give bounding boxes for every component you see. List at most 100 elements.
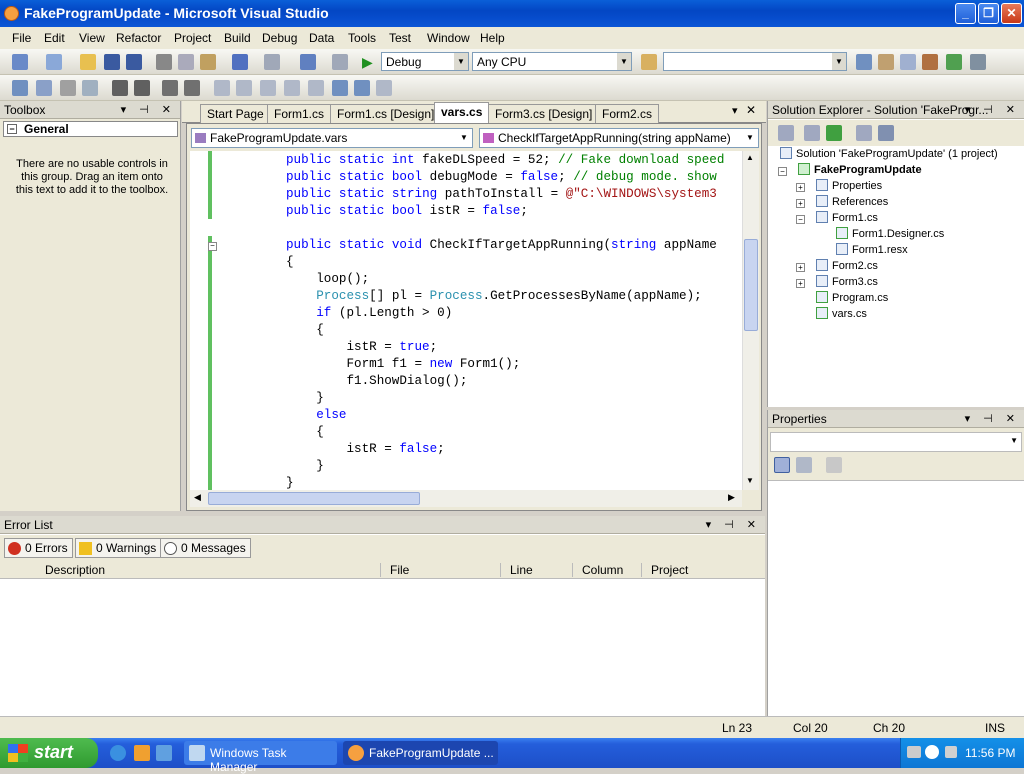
uncomment-icon[interactable] xyxy=(184,80,200,96)
display-object-member-list-icon[interactable] xyxy=(12,80,28,96)
menu-tools[interactable]: Tools xyxy=(348,31,376,45)
properties-icon[interactable] xyxy=(778,125,794,141)
menu-test[interactable]: Test xyxy=(389,31,411,45)
properties-window-icon[interactable] xyxy=(878,54,894,70)
parameter-info-icon[interactable] xyxy=(36,80,52,96)
outline-collapse-icon[interactable]: − xyxy=(208,242,217,251)
tab-form2-cs[interactable]: Form2.cs xyxy=(595,104,660,123)
expand-icon[interactable]: + xyxy=(796,279,805,288)
expand-icon[interactable]: + xyxy=(796,199,805,208)
tree-solution[interactable]: Solution 'FakeProgramUpdate' (1 project) xyxy=(780,147,998,160)
tree-item-references[interactable]: References xyxy=(816,195,888,208)
horizontal-scroll-thumb[interactable] xyxy=(208,492,420,505)
keyboard-icon[interactable] xyxy=(907,746,921,758)
type-navigation-combo[interactable]: FakeProgramUpdate.vars ▼ xyxy=(191,128,473,148)
menu-refactor[interactable]: Refactor xyxy=(116,31,161,45)
editor-horizontal-scrollbar[interactable]: ◀ ▶ xyxy=(190,490,742,507)
bookmark-folder-next-icon[interactable] xyxy=(308,80,324,96)
scroll-right-icon[interactable]: ▶ xyxy=(728,492,735,503)
menu-edit[interactable]: Edit xyxy=(44,31,65,45)
errors-filter-button[interactable]: 0 Errors xyxy=(4,538,73,558)
view-class-diagram-icon[interactable] xyxy=(878,125,894,141)
tree-project[interactable]: FakeProgramUpdate xyxy=(798,163,922,176)
menu-help[interactable]: Help xyxy=(480,31,505,45)
decrease-indent-icon[interactable] xyxy=(112,80,128,96)
navigate-forward-icon[interactable] xyxy=(332,54,348,70)
menu-window[interactable]: Window xyxy=(427,31,470,45)
close-button[interactable]: ✕ xyxy=(1001,3,1022,24)
tree-item-properties[interactable]: Properties xyxy=(816,179,882,192)
tree-item-form1-resx[interactable]: Form1.resx xyxy=(836,243,908,256)
tree-item-form2-cs[interactable]: Form2.cs xyxy=(816,259,878,272)
quick-info-icon[interactable] xyxy=(60,80,76,96)
collapse-icon[interactable]: − xyxy=(796,215,805,224)
view-code-icon[interactable] xyxy=(856,125,872,141)
internet-explorer-icon[interactable] xyxy=(110,745,126,761)
platform-select[interactable]: Any CPU ▼ xyxy=(472,52,632,71)
tab-form1-design[interactable]: Form1.cs [Design] xyxy=(330,104,442,123)
menu-file[interactable]: File xyxy=(12,31,31,45)
tree-item-program-cs[interactable]: Program.cs xyxy=(816,291,888,304)
clock[interactable]: 11:56 PM xyxy=(965,746,1015,760)
bookmark-document-previous-icon[interactable] xyxy=(332,80,348,96)
tab-start-page[interactable]: Start Page xyxy=(200,104,271,123)
column-column[interactable]: Column xyxy=(582,563,623,577)
show-hidden-icons-icon[interactable] xyxy=(925,745,939,759)
taskbar-item-visual-studio[interactable]: FakeProgramUpdate ... xyxy=(343,741,498,765)
show-all-files-icon[interactable] xyxy=(804,125,820,141)
collapse-icon[interactable]: − xyxy=(778,167,787,176)
bookmark-next-icon[interactable] xyxy=(260,80,276,96)
panel-buttons[interactable]: ▾ ⊣ ✕ xyxy=(121,103,176,116)
column-description[interactable]: Description xyxy=(45,563,105,577)
command-window-icon[interactable] xyxy=(970,54,986,70)
paste-icon[interactable] xyxy=(200,54,216,70)
save-all-icon[interactable] xyxy=(126,54,142,70)
tree-item-form1-designer-cs[interactable]: Form1.Designer.cs xyxy=(836,227,944,240)
categorized-icon[interactable] xyxy=(774,457,790,473)
media-player-icon[interactable] xyxy=(156,745,172,761)
redo-icon[interactable] xyxy=(264,54,280,70)
vertical-scroll-thumb[interactable] xyxy=(744,239,758,331)
tree-item-form1-cs[interactable]: Form1.cs xyxy=(816,211,878,224)
tab-list-icon[interactable]: ▾ xyxy=(732,104,738,117)
tree-item-form3-cs[interactable]: Form3.cs xyxy=(816,275,878,288)
increase-indent-icon[interactable] xyxy=(134,80,150,96)
tab-form1-cs[interactable]: Form1.cs xyxy=(267,104,332,123)
tree-item-vars-cs[interactable]: vars.cs xyxy=(816,307,867,320)
toolbox-group-general[interactable]: − General xyxy=(3,121,178,137)
panel-buttons[interactable]: ▾ ⊣ ✕ xyxy=(706,518,761,531)
tab-form3-design[interactable]: Form3.cs [Design] xyxy=(488,104,600,123)
tab-vars-cs[interactable]: vars.cs xyxy=(434,102,490,123)
column-project[interactable]: Project xyxy=(651,563,688,577)
open-folder-icon[interactable] xyxy=(80,54,96,70)
alphabetical-icon[interactable] xyxy=(796,457,812,473)
menu-data[interactable]: Data xyxy=(309,31,334,45)
configuration-select[interactable]: Debug ▼ xyxy=(381,52,469,71)
menu-build[interactable]: Build xyxy=(224,31,251,45)
navigate-backward-icon[interactable] xyxy=(300,54,316,70)
start-page-icon[interactable] xyxy=(946,54,962,70)
add-item-icon[interactable] xyxy=(46,54,62,70)
cut-icon[interactable] xyxy=(156,54,172,70)
property-pages-icon[interactable] xyxy=(826,457,842,473)
restore-button[interactable]: ❐ xyxy=(978,3,999,24)
bookmark-document-next-icon[interactable] xyxy=(354,80,370,96)
taskbar-item-task-manager[interactable]: Windows Task Manager xyxy=(184,741,337,774)
panel-buttons[interactable]: ▾ ⊣ ✕ xyxy=(965,412,1020,425)
solution-explorer-icon[interactable] xyxy=(856,54,872,70)
expand-icon[interactable]: + xyxy=(796,183,805,192)
scroll-up-icon[interactable]: ▲ xyxy=(746,153,754,162)
menu-debug[interactable]: Debug xyxy=(262,31,297,45)
start-button[interactable]: start xyxy=(0,738,98,768)
new-project-icon[interactable] xyxy=(12,54,28,70)
comment-out-icon[interactable] xyxy=(162,80,178,96)
messenger-icon[interactable] xyxy=(134,745,150,761)
editor-vertical-scrollbar[interactable]: ▲ ▼ xyxy=(742,151,759,490)
save-icon[interactable] xyxy=(104,54,120,70)
start-debugging-icon[interactable]: ▶ xyxy=(362,54,378,70)
warnings-filter-button[interactable]: 0 Warnings xyxy=(75,538,162,558)
undo-icon[interactable] xyxy=(232,54,248,70)
clear-bookmarks-icon[interactable] xyxy=(376,80,392,96)
complete-word-icon[interactable] xyxy=(82,80,98,96)
find-in-files-icon[interactable] xyxy=(641,54,657,70)
